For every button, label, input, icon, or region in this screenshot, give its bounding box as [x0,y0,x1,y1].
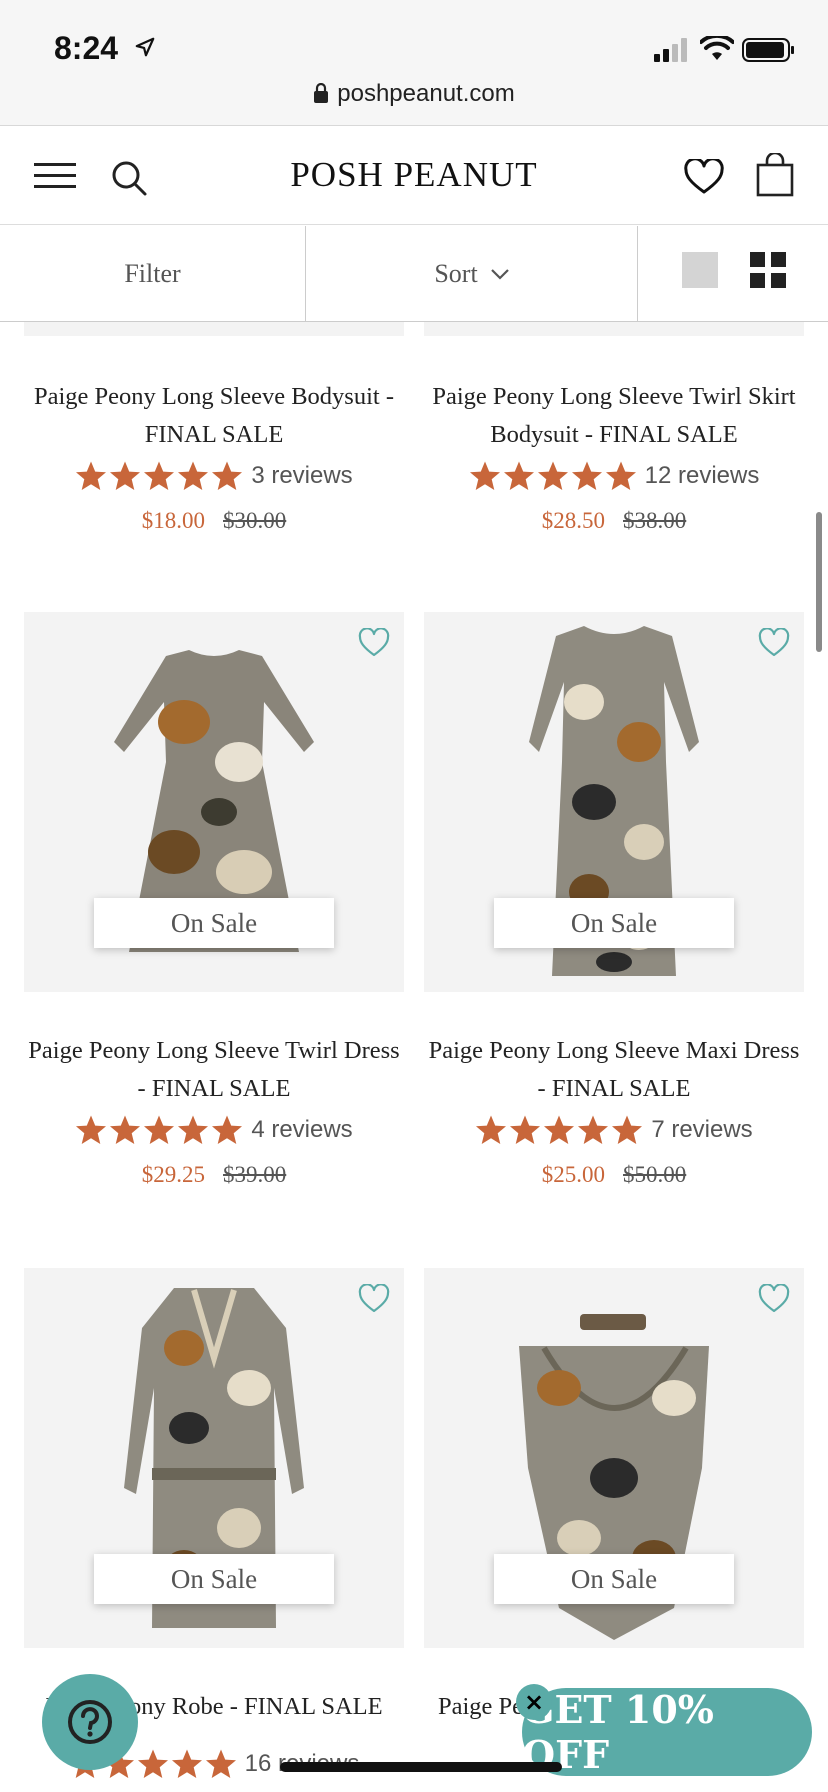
filter-sort-bar: Filter Sort [0,226,828,322]
sale-price: $18.00 [141,508,205,533]
shopping-bag-icon[interactable] [756,153,794,197]
promo-close-button[interactable]: × [516,1684,552,1720]
lock-icon [314,83,329,103]
filter-button[interactable]: Filter [0,226,306,322]
sale-price: $25.00 [541,1162,605,1187]
filter-label: Filter [124,259,181,288]
help-icon [68,1700,112,1744]
original-price: $30.00 [223,508,287,533]
on-sale-badge: On Sale [94,1554,334,1604]
product-title[interactable]: Paige Peony Long Sleeve Twirl Dress - FI… [24,1032,404,1108]
wishlist-heart-icon[interactable] [358,1284,390,1314]
review-count[interactable]: 3 reviews [251,462,352,490]
grid-view-icon[interactable] [750,252,786,288]
product-rating: 12 reviews [424,460,804,492]
product-title[interactable]: Paige Peony Long Sleeve Twirl Skirt Body… [424,378,804,454]
sort-button[interactable]: Sort [307,226,638,322]
star-icon [543,1114,575,1146]
star-icon [171,1748,203,1780]
star-icon [605,460,637,492]
product-image[interactable] [424,322,804,336]
status-bar: 8:24 poshpeanut.com [0,0,828,126]
wishlist-heart-icon[interactable] [684,159,724,195]
star-icon [211,460,243,492]
sort-label: Sort [434,259,478,288]
product-title-end: ony Robe - FINAL SALE [129,1693,383,1720]
url-text: poshpeanut.com [337,80,515,107]
on-sale-badge: On Sale [494,1554,734,1604]
star-icon [143,1114,175,1146]
product-image[interactable]: On Sale [424,612,804,992]
product-prices: $25.00 $50.00 [424,1162,804,1188]
original-price: $38.00 [623,508,687,533]
star-icon [75,1114,107,1146]
star-icon [503,460,535,492]
discount-promo-button[interactable]: GET 10% OFF [522,1687,812,1777]
product-image[interactable]: On Sale [24,1268,404,1648]
product-image[interactable]: On Sale [24,612,404,992]
star-icon [211,1114,243,1146]
status-time: 8:24 [54,30,119,66]
product-title[interactable]: Paige Peony Long Sleeve Bodysuit - FINAL… [24,378,404,454]
original-price: $39.00 [223,1162,287,1187]
single-column-view-icon[interactable] [682,252,718,288]
cellular-signal-icon [654,38,687,62]
product-prices: $18.00 $30.00 [24,508,404,534]
address-bar[interactable]: poshpeanut.com [0,80,828,108]
product-prices: $28.50 $38.00 [424,508,804,534]
star-icon [509,1114,541,1146]
help-chat-button[interactable] [42,1674,138,1770]
chevron-down-icon [490,269,509,280]
product-prices: $29.25 $39.00 [24,1162,404,1188]
star-icon [109,1114,141,1146]
sale-price: $29.25 [141,1162,205,1187]
star-icon [143,460,175,492]
scrollbar[interactable] [816,512,822,652]
wishlist-heart-icon[interactable] [358,628,390,658]
review-count[interactable]: 12 reviews [645,462,760,490]
star-icon [137,1748,169,1780]
product-rating: 4 reviews [24,1114,404,1146]
star-icon [75,460,107,492]
star-icon [475,1114,507,1146]
battery-icon [742,38,794,62]
star-icon [611,1114,643,1146]
star-icon [537,460,569,492]
star-icon [177,460,209,492]
on-sale-badge: On Sale [94,898,334,948]
product-rating: 3 reviews [24,460,404,492]
product-title[interactable]: Paige Peony Long Sleeve Maxi Dress - FIN… [424,1032,804,1108]
star-icon [469,460,501,492]
star-icon [571,460,603,492]
product-rating: 7 reviews [424,1114,804,1146]
review-count[interactable]: 4 reviews [251,1116,352,1144]
review-count[interactable]: 7 reviews [651,1116,752,1144]
product-image[interactable] [24,322,404,336]
product-image[interactable]: On Sale [424,1268,804,1648]
original-price: $50.00 [623,1162,687,1187]
site-header: POSH PEANUT [0,127,828,225]
home-indicator [280,1762,562,1772]
location-arrow-icon [135,37,155,57]
star-icon [205,1748,237,1780]
star-icon [177,1114,209,1146]
star-icon [109,460,141,492]
wifi-icon [700,36,734,60]
star-icon [577,1114,609,1146]
sale-price: $28.50 [541,508,605,533]
wishlist-heart-icon[interactable] [758,628,790,658]
product-title-start: Paige Pe [438,1693,524,1720]
wishlist-heart-icon[interactable] [758,1284,790,1314]
on-sale-badge: On Sale [494,898,734,948]
